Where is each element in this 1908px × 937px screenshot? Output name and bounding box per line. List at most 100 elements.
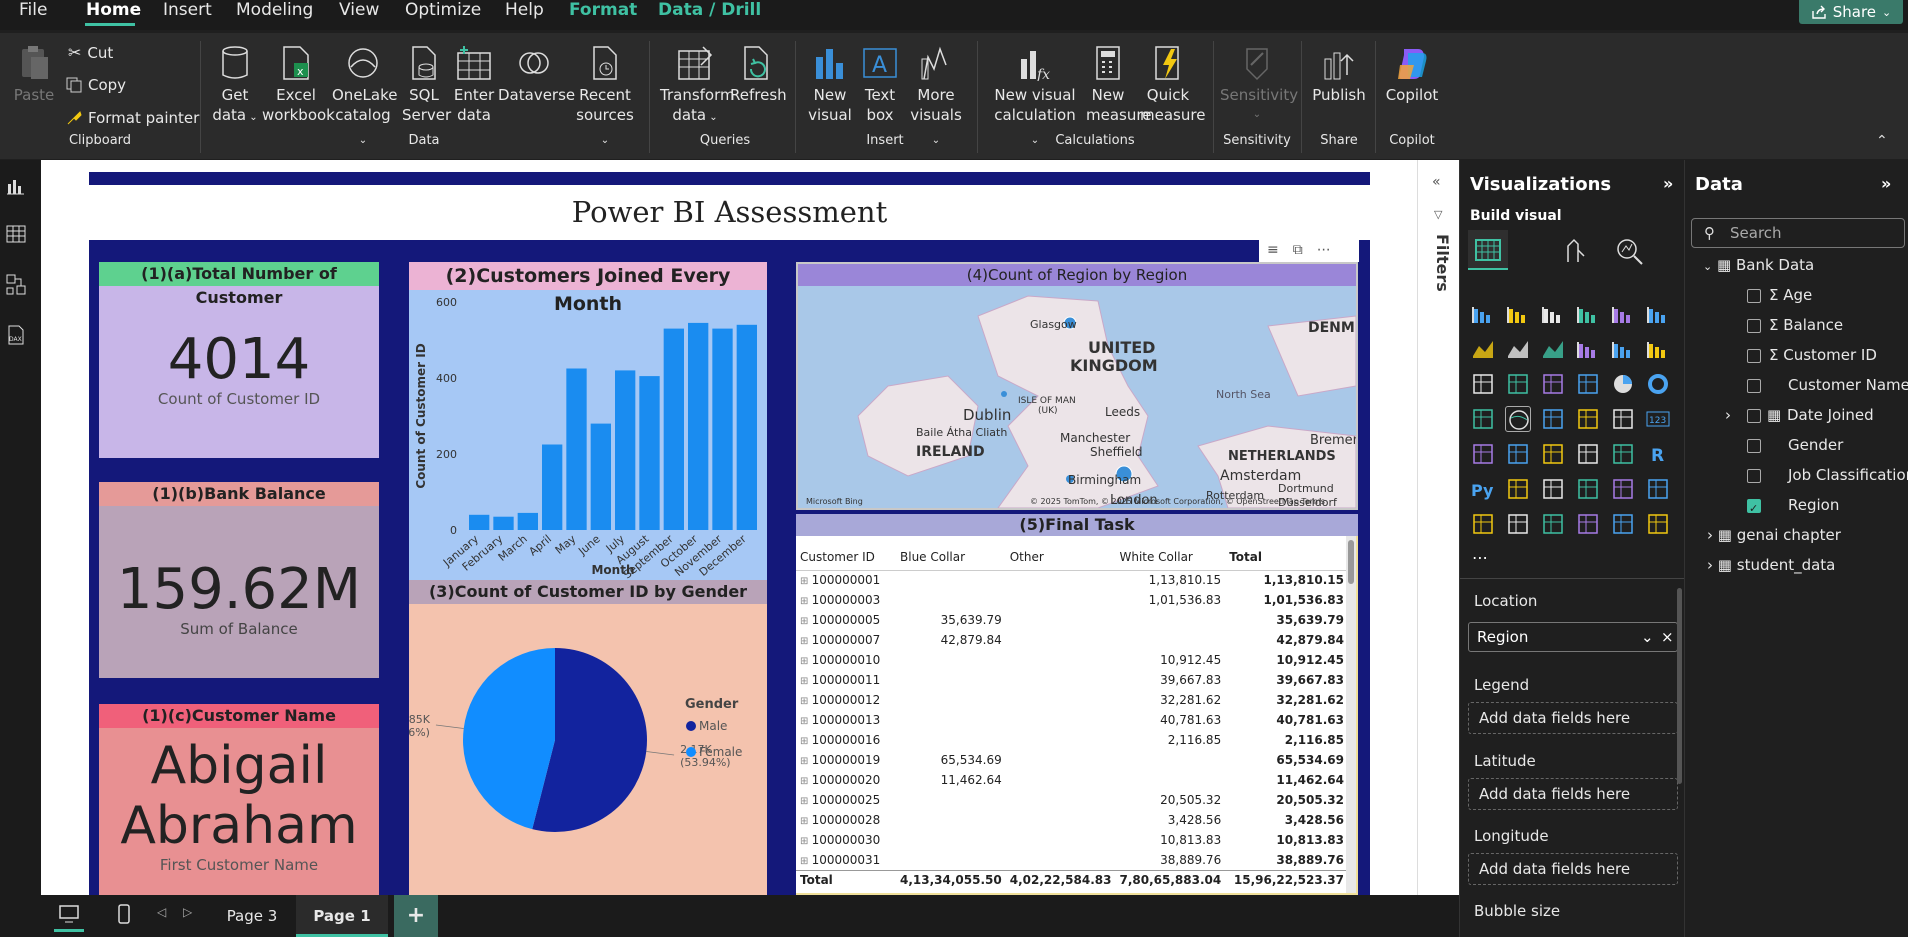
- publish-button[interactable]: Publish: [1310, 45, 1368, 105]
- filter-icon[interactable]: ≡: [1267, 242, 1279, 258]
- bar[interactable]: [566, 368, 587, 531]
- trophy-icon[interactable]: [1645, 476, 1671, 502]
- expand-row-icon[interactable]: ⊞: [800, 836, 812, 847]
- expand-row-icon[interactable]: ⊞: [800, 616, 812, 627]
- python-icon[interactable]: Py: [1470, 476, 1496, 502]
- donut-icon[interactable]: [1645, 371, 1671, 397]
- bar[interactable]: [469, 514, 490, 530]
- get-data-button[interactable]: Get data ⌄: [210, 45, 260, 128]
- copilot-button[interactable]: Copilot: [1382, 45, 1442, 105]
- fabric-icon[interactable]: [1610, 511, 1636, 537]
- line-clustered-icon[interactable]: [1645, 336, 1671, 362]
- legend-marker[interactable]: [686, 721, 696, 731]
- ribbon-chart-icon[interactable]: [1575, 336, 1601, 362]
- pie-icon[interactable]: [1610, 371, 1636, 397]
- legend-item[interactable]: Male: [699, 719, 727, 733]
- more-visuals-ellipsis[interactable]: ⋯: [1472, 548, 1488, 567]
- scroll-right-icon[interactable]: ▷: [183, 905, 192, 919]
- menu-file[interactable]: File: [19, 0, 47, 22]
- bar[interactable]: [688, 322, 709, 530]
- stacked-column-icon[interactable]: [1505, 301, 1531, 327]
- menu-data-drill[interactable]: Data / Drill: [658, 0, 761, 22]
- dax-query-view-icon[interactable]: DAX: [6, 324, 26, 346]
- bar[interactable]: [712, 328, 733, 530]
- 100-column-icon[interactable]: [1645, 301, 1671, 327]
- field-age[interactable]: Σ Age: [1769, 286, 1812, 304]
- field-customer-name[interactable]: Customer Name: [1788, 376, 1908, 394]
- column-header[interactable]: Customer ID: [796, 544, 896, 571]
- bar[interactable]: [615, 370, 636, 530]
- table-row[interactable]: ⊞ 100000019 65,534.69 65,534.69: [796, 750, 1348, 770]
- sensitivity-button[interactable]: Sensitivity ⌄: [1220, 45, 1298, 125]
- line-chart-icon[interactable]: [1470, 336, 1496, 362]
- recent-sources-button[interactable]: Recent sources ⌄: [574, 45, 636, 151]
- field-checkbox[interactable]: ✓: [1747, 499, 1761, 515]
- chevron-down-icon[interactable]: ⌄: [1641, 623, 1654, 651]
- table-row[interactable]: ⊞ 100000007 42,879.84 42,879.84: [796, 630, 1348, 650]
- metrics-icon[interactable]: [1575, 511, 1601, 537]
- table-student-data[interactable]: › ▦ student_data: [1707, 556, 1835, 574]
- excel-workbook-button[interactable]: x Excel workbook: [262, 45, 335, 125]
- location-field-pill[interactable]: Region ⌄ ×: [1468, 622, 1678, 652]
- format-painter-button[interactable]: Format painter: [66, 109, 199, 127]
- narrative-icon[interactable]: [1610, 476, 1636, 502]
- field-job-classification[interactable]: Job Classification: [1788, 466, 1908, 484]
- field-region[interactable]: Region: [1788, 496, 1839, 514]
- dataverse-button[interactable]: Dataverse: [498, 45, 575, 105]
- menu-format[interactable]: Format: [569, 0, 637, 22]
- enter-data-button[interactable]: Enter data: [450, 45, 498, 125]
- table-row[interactable]: ⊞ 100000028 3,428.56 3,428.56: [796, 810, 1348, 830]
- map-bubble[interactable]: [1001, 391, 1007, 397]
- more-options-icon[interactable]: ⋯: [1317, 242, 1331, 258]
- tab-page-3[interactable]: Page 3: [212, 895, 292, 937]
- field-balance[interactable]: Σ Balance: [1769, 316, 1843, 334]
- power-apps-icon[interactable]: [1505, 511, 1531, 537]
- gender-pie-chart[interactable]: (3)Count of Customer ID by Gender 2.17K(…: [409, 580, 767, 895]
- new-visual-button[interactable]: New visual: [805, 45, 855, 125]
- field-checkbox[interactable]: [1747, 469, 1761, 483]
- collapse-icon[interactable]: «: [1432, 174, 1441, 190]
- bar[interactable]: [493, 516, 514, 530]
- 100-bar-icon[interactable]: [1610, 301, 1636, 327]
- table-icon[interactable]: [1575, 441, 1601, 467]
- funnel-icon[interactable]: [1540, 371, 1566, 397]
- latitude-drop-well[interactable]: Add data fields here: [1468, 778, 1678, 810]
- map-canvas[interactable]: UNITED KINGDOM North Sea DENM Glasgow IS…: [798, 286, 1356, 508]
- matrix-scrollbar[interactable]: [1346, 536, 1356, 893]
- mobile-layout-icon[interactable]: [114, 903, 134, 925]
- final-task-matrix[interactable]: (5)Final Task Customer ID Blue Collar Ot…: [796, 514, 1358, 895]
- customers-joined-chart[interactable]: (2)Customers Joined Every Month 0 200 400 6…: [409, 262, 767, 580]
- expand-icon[interactable]: »: [1881, 174, 1891, 193]
- collapse-ribbon-icon[interactable]: ⌃: [1876, 133, 1888, 149]
- legend-item[interactable]: Female: [699, 745, 742, 759]
- table-row[interactable]: ⊞ 100000020 11,462.64 11,462.64: [796, 770, 1348, 790]
- table-row[interactable]: ⊞ 100000016 2,116.85 2,116.85: [796, 730, 1348, 750]
- bar[interactable]: [542, 444, 563, 531]
- expand-row-icon[interactable]: ⊞: [800, 596, 812, 607]
- desktop-layout-icon[interactable]: [58, 903, 80, 925]
- matrix-icon[interactable]: [1610, 441, 1636, 467]
- bar[interactable]: [639, 376, 660, 530]
- line-column-icon[interactable]: [1610, 336, 1636, 362]
- table-row[interactable]: ⊞ 100000003 1,01,536.83 1,01,536.83: [796, 590, 1348, 610]
- stacked-bar-icon[interactable]: [1470, 301, 1496, 327]
- card-icon[interactable]: 123: [1645, 406, 1671, 432]
- paste-button[interactable]: Paste: [12, 45, 56, 105]
- bar[interactable]: [517, 512, 538, 530]
- customer-name-card[interactable]: (1)(c)Customer Name Abigail Abraham Firs…: [99, 704, 379, 895]
- analytics-icon[interactable]: [1614, 236, 1644, 266]
- transform-data-button[interactable]: Transform data ⌄: [660, 45, 735, 128]
- filled-map-icon[interactable]: [1540, 406, 1566, 432]
- refresh-button[interactable]: Refresh: [730, 45, 787, 105]
- legend-marker[interactable]: [686, 747, 696, 757]
- map-icon[interactable]: [1505, 406, 1531, 432]
- build-visual-tab[interactable]: [1468, 230, 1508, 270]
- r-visual-icon[interactable]: R: [1645, 441, 1671, 467]
- bar[interactable]: [663, 328, 684, 530]
- total-customers-card[interactable]: (1)(a)Total Number of Customer 4014 Coun…: [99, 262, 379, 458]
- expand-row-icon[interactable]: ⊞: [800, 696, 812, 707]
- chevron-right-icon[interactable]: ›: [1707, 556, 1713, 574]
- field-checkbox[interactable]: [1747, 349, 1761, 363]
- field-checkbox[interactable]: [1747, 439, 1761, 453]
- table-row[interactable]: ⊞ 100000013 40,781.63 40,781.63: [796, 710, 1348, 730]
